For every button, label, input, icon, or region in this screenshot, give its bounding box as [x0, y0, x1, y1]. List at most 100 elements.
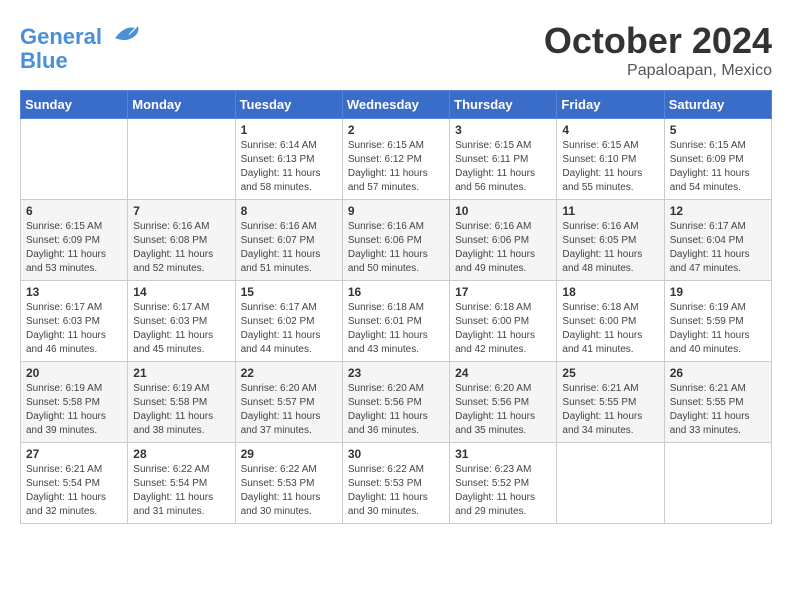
calendar-week-row: 6 Sunrise: 6:15 AMSunset: 6:09 PMDaylight… — [21, 200, 772, 281]
logo-text: General Blue — [20, 20, 140, 73]
calendar-cell: 17Sunrise: 6:18 AMSunset: 6:00 PMDayligh… — [450, 281, 557, 362]
calendar-cell: 4Sunrise: 6:15 AMSunset: 6:10 PMDaylight… — [557, 119, 664, 200]
calendar-cell: 18 Sunrise: 6:18 AMSunset: 6:00 PMDayligh… — [557, 281, 664, 362]
day-number: 27 — [26, 447, 122, 461]
cell-content: Sunrise: 6:22 AMSunset: 5:53 PMDaylight:… — [241, 463, 337, 519]
calendar-cell: 14Sunrise: 6:17 AMSunset: 6:03 PMDayligh… — [128, 281, 235, 362]
logo-line1: General — [20, 24, 102, 49]
cell-content: Sunrise: 6:21 AMSunset: 5:55 PMDaylight:… — [562, 382, 658, 438]
calendar-cell: 24 Sunrise: 6:20 AMSunset: 5:56 PMDayligh… — [450, 362, 557, 443]
cell-content: Sunrise: 6:17 AMSunset: 6:03 PMDaylight:… — [133, 301, 229, 357]
calendar-cell: 2 Sunrise: 6:15 AMSunset: 6:12 PMDaylight… — [342, 119, 449, 200]
weekday-header: Saturday — [664, 91, 771, 119]
cell-content: Sunrise: 6:16 AMSunset: 6:05 PMDaylight:… — [562, 220, 658, 276]
cell-content: Sunrise: 6:16 AMSunset: 6:08 PMDaylight:… — [133, 220, 229, 276]
cell-content: Sunrise: 6:15 AMSunset: 6:11 PMDaylight:… — [455, 139, 551, 195]
day-number: 31 — [455, 447, 551, 461]
day-number: 8 — [241, 204, 337, 218]
day-number: 5 — [670, 123, 766, 137]
cell-content: Sunrise: 6:20 AMSunset: 5:56 PMDaylight:… — [348, 382, 444, 438]
cell-content: Sunrise: 6:19 AMSunset: 5:58 PMDaylight:… — [26, 382, 122, 438]
calendar-cell: 22 Sunrise: 6:20 AMSunset: 5:57 PMDayligh… — [235, 362, 342, 443]
day-number: 10 — [455, 204, 551, 218]
calendar-cell — [128, 119, 235, 200]
calendar-cell: 23 Sunrise: 6:20 AMSunset: 5:56 PMDayligh… — [342, 362, 449, 443]
day-number: 11 — [562, 204, 658, 218]
page-header: General Blue October 2024 Papaloapan, Me… — [20, 20, 772, 80]
calendar-cell: 6 Sunrise: 6:15 AMSunset: 6:09 PMDaylight… — [21, 200, 128, 281]
cell-content: Sunrise: 6:20 AMSunset: 5:56 PMDaylight:… — [455, 382, 551, 438]
day-number: 29 — [241, 447, 337, 461]
cell-content: Sunrise: 6:15 AMSunset: 6:12 PMDaylight:… — [348, 139, 444, 195]
cell-content: Sunrise: 6:22 AMSunset: 5:53 PMDaylight:… — [348, 463, 444, 519]
calendar-cell: 19 Sunrise: 6:19 AMSunset: 5:59 PMDayligh… — [664, 281, 771, 362]
month-title: October 2024 — [544, 20, 772, 62]
cell-content: Sunrise: 6:17 AMSunset: 6:02 PMDaylight:… — [241, 301, 337, 357]
calendar-cell: 30 Sunrise: 6:22 AMSunset: 5:53 PMDayligh… — [342, 443, 449, 524]
cell-content: Sunrise: 6:16 AMSunset: 6:06 PMDaylight:… — [348, 220, 444, 276]
cell-content: Sunrise: 6:16 AMSunset: 6:07 PMDaylight:… — [241, 220, 337, 276]
day-number: 21 — [133, 366, 229, 380]
calendar-cell: 27 Sunrise: 6:21 AMSunset: 5:54 PMDayligh… — [21, 443, 128, 524]
day-number: 30 — [348, 447, 444, 461]
calendar-cell: 21Sunrise: 6:19 AMSunset: 5:58 PMDayligh… — [128, 362, 235, 443]
cell-content: Sunrise: 6:17 AMSunset: 6:04 PMDaylight:… — [670, 220, 766, 276]
cell-content: Sunrise: 6:16 AMSunset: 6:06 PMDaylight:… — [455, 220, 551, 276]
day-number: 15 — [241, 285, 337, 299]
calendar-cell: 7 Sunrise: 6:16 AMSunset: 6:08 PMDaylight… — [128, 200, 235, 281]
calendar-cell: 10 Sunrise: 6:16 AMSunset: 6:06 PMDayligh… — [450, 200, 557, 281]
calendar-cell: 13Sunrise: 6:17 AMSunset: 6:03 PMDayligh… — [21, 281, 128, 362]
calendar-week-row: 20 Sunrise: 6:19 AMSunset: 5:58 PMDayligh… — [21, 362, 772, 443]
day-number: 4 — [562, 123, 658, 137]
calendar-cell: 11 Sunrise: 6:16 AMSunset: 6:05 PMDayligh… — [557, 200, 664, 281]
calendar-cell: 3Sunrise: 6:15 AMSunset: 6:11 PMDaylight… — [450, 119, 557, 200]
day-number: 12 — [670, 204, 766, 218]
logo-line2: Blue — [20, 48, 68, 73]
calendar-cell: 12 Sunrise: 6:17 AMSunset: 6:04 PMDayligh… — [664, 200, 771, 281]
calendar-cell: 29 Sunrise: 6:22 AMSunset: 5:53 PMDayligh… — [235, 443, 342, 524]
day-number: 19 — [670, 285, 766, 299]
location: Papaloapan, Mexico — [544, 62, 772, 80]
weekday-header: Friday — [557, 91, 664, 119]
cell-content: Sunrise: 6:17 AMSunset: 6:03 PMDaylight:… — [26, 301, 122, 357]
day-number: 7 — [133, 204, 229, 218]
title-block: October 2024 Papaloapan, Mexico — [544, 20, 772, 80]
cell-content: Sunrise: 6:19 AMSunset: 5:59 PMDaylight:… — [670, 301, 766, 357]
calendar-cell — [21, 119, 128, 200]
cell-content: Sunrise: 6:22 AMSunset: 5:54 PMDaylight:… — [133, 463, 229, 519]
calendar-cell: 9 Sunrise: 6:16 AMSunset: 6:06 PMDaylight… — [342, 200, 449, 281]
calendar-week-row: 27 Sunrise: 6:21 AMSunset: 5:54 PMDayligh… — [21, 443, 772, 524]
weekday-header: Tuesday — [235, 91, 342, 119]
cell-content: Sunrise: 6:18 AMSunset: 6:00 PMDaylight:… — [562, 301, 658, 357]
calendar-week-row: 13Sunrise: 6:17 AMSunset: 6:03 PMDayligh… — [21, 281, 772, 362]
calendar-cell: 15 Sunrise: 6:17 AMSunset: 6:02 PMDayligh… — [235, 281, 342, 362]
cell-content: Sunrise: 6:14 AMSunset: 6:13 PMDaylight:… — [241, 139, 337, 195]
cell-content: Sunrise: 6:15 AMSunset: 6:09 PMDaylight:… — [26, 220, 122, 276]
day-number: 20 — [26, 366, 122, 380]
calendar-cell: 31Sunrise: 6:23 AMSunset: 5:52 PMDayligh… — [450, 443, 557, 524]
day-number: 9 — [348, 204, 444, 218]
day-number: 16 — [348, 285, 444, 299]
calendar-cell: 8 Sunrise: 6:16 AMSunset: 6:07 PMDaylight… — [235, 200, 342, 281]
cell-content: Sunrise: 6:15 AMSunset: 6:09 PMDaylight:… — [670, 139, 766, 195]
day-number: 1 — [241, 123, 337, 137]
cell-content: Sunrise: 6:18 AMSunset: 6:00 PMDaylight:… — [455, 301, 551, 357]
cell-content: Sunrise: 6:21 AMSunset: 5:55 PMDaylight:… — [670, 382, 766, 438]
day-number: 24 — [455, 366, 551, 380]
weekday-header: Wednesday — [342, 91, 449, 119]
cell-content: Sunrise: 6:21 AMSunset: 5:54 PMDaylight:… — [26, 463, 122, 519]
calendar-cell: 20 Sunrise: 6:19 AMSunset: 5:58 PMDayligh… — [21, 362, 128, 443]
weekday-header: Sunday — [21, 91, 128, 119]
calendar-cell: 16Sunrise: 6:18 AMSunset: 6:01 PMDayligh… — [342, 281, 449, 362]
day-number: 23 — [348, 366, 444, 380]
day-number: 6 — [26, 204, 122, 218]
calendar-cell: 5 Sunrise: 6:15 AMSunset: 6:09 PMDaylight… — [664, 119, 771, 200]
calendar-header-row: SundayMondayTuesdayWednesdayThursdayFrid… — [21, 91, 772, 119]
day-number: 2 — [348, 123, 444, 137]
calendar-cell: 1 Sunrise: 6:14 AMSunset: 6:13 PMDaylight… — [235, 119, 342, 200]
day-number: 18 — [562, 285, 658, 299]
weekday-header: Monday — [128, 91, 235, 119]
calendar-cell — [557, 443, 664, 524]
day-number: 22 — [241, 366, 337, 380]
cell-content: Sunrise: 6:20 AMSunset: 5:57 PMDaylight:… — [241, 382, 337, 438]
